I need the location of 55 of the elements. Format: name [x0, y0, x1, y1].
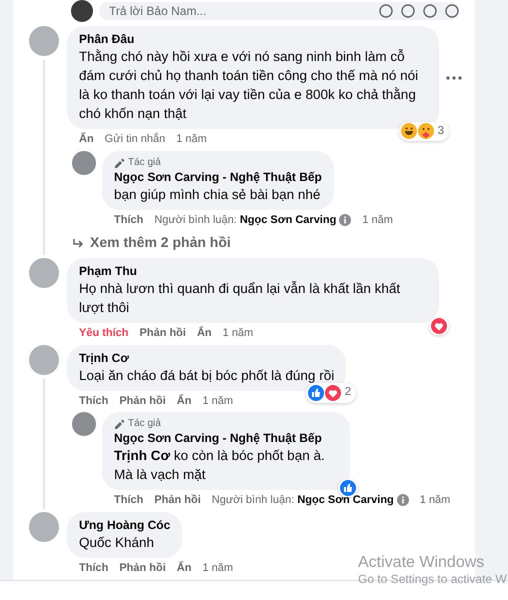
reply-link[interactable]: Phản hồi — [119, 560, 166, 576]
comment-text: Họ nhà lươn thì quanh đi quẩn lại vẫn là khất lần khất lượt thôi — [79, 280, 402, 317]
reply-link[interactable]: Phản hồi — [154, 492, 201, 508]
hide-link[interactable]: Ẩn — [79, 131, 94, 148]
avatar[interactable] — [29, 26, 59, 56]
like-link[interactable]: Thích — [114, 492, 144, 508]
timestamp[interactable]: 1 năm — [202, 560, 234, 576]
timestamp[interactable]: 1 năm — [420, 492, 450, 508]
like-link[interactable]: Thích — [79, 392, 108, 409]
commenter-label: Người bình luận: Ngọc Sơn Carving — [212, 493, 394, 508]
like-link[interactable]: Thích — [79, 560, 108, 576]
comment-text: Quốc Khánh — [79, 534, 156, 552]
commenter-name[interactable]: Phân Đâu — [79, 31, 427, 47]
comment-text: Trịnh Cơ ko còn là bóc phốt bạn à. Mà là vạch mặt — [114, 447, 326, 484]
info-icon[interactable] — [396, 494, 409, 506]
timestamp[interactable]: 1 năm — [176, 131, 207, 148]
comment-text: Loại ăn cháo đá bát bị bóc phốt là đúng rồi — [79, 366, 334, 384]
more-options-icon[interactable] — [445, 74, 463, 80]
hide-link[interactable]: Ẩn — [176, 560, 192, 576]
message-link[interactable]: Gửi tin nhắn — [104, 131, 166, 148]
reply-link[interactable]: Phản hồi — [140, 325, 186, 342]
author-label: Tác giả — [128, 417, 161, 430]
activation-title: Activate Windows — [358, 553, 486, 572]
comment-text: Thằng chó này hồi xưa e với nó sang ninh binh làm cỗ đám cưới chủ họ thanh toán tiền công cho thế mà nó nói là ko thanh toán với lại vay tiền của e 800k ko chả thằng chó khốn nạn thật — [79, 48, 420, 123]
comment-text: bạn giúp mình chia sẻ bài bạn nhé — [114, 186, 322, 204]
hide-link[interactable]: Ẩn — [176, 392, 192, 409]
timestamp[interactable]: 1 năm — [222, 325, 254, 342]
commenter-name[interactable]: Ngọc Sơn Carving - Nghệ Thuật Bếp — [114, 430, 338, 446]
commenter-name[interactable]: Trịnh Cơ — [79, 350, 334, 366]
author-label: Tác giả — [128, 156, 161, 168]
avatar — [71, 0, 93, 22]
avatar[interactable] — [72, 150, 96, 174]
pencil-icon — [114, 156, 125, 168]
reaction-summary[interactable]: 3 — [398, 122, 449, 141]
commenter-label: Người bình luận: Ngọc Sơn Carving — [154, 212, 336, 228]
avatar[interactable] — [72, 412, 96, 436]
reply-arrow-icon — [72, 238, 84, 248]
reply-link[interactable]: Phản hồi — [119, 392, 166, 409]
avatar[interactable] — [29, 512, 59, 542]
commenter-name[interactable]: Ngọc Sơn Carving - Nghệ Thuật Bếp — [114, 168, 322, 184]
avatar[interactable] — [29, 344, 59, 374]
like-link[interactable]: Yêu thích — [79, 325, 129, 342]
hide-link[interactable]: Ẩn — [196, 325, 212, 342]
commenter-name[interactable]: Phạm Thu — [79, 263, 427, 279]
commenter-name[interactable]: Ưng Hoàng Cóc — [79, 516, 170, 532]
activation-text: Go to Settings to activate W — [358, 572, 507, 587]
timestamp[interactable]: 1 năm — [202, 392, 234, 409]
reply-field[interactable]: Trả lời Bảo Nam... — [99, 2, 459, 20]
avatar[interactable] — [29, 258, 59, 288]
like-link[interactable]: Thích — [114, 212, 144, 228]
more-replies-link[interactable]: Xem thêm 2 phản hồi — [72, 232, 231, 253]
timestamp[interactable]: 1 năm — [362, 212, 393, 228]
pencil-icon — [114, 418, 125, 429]
reaction-summary[interactable]: 2 — [306, 383, 356, 402]
info-icon[interactable] — [339, 214, 352, 226]
